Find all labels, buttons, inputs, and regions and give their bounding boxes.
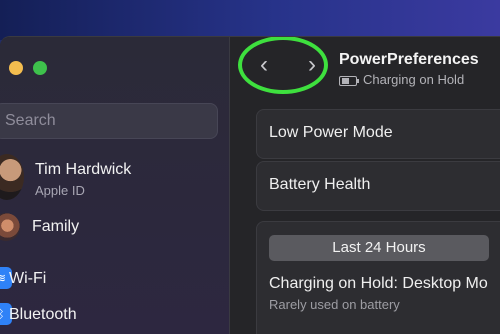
search-placeholder: Search (5, 112, 56, 129)
settings-window: Search Tim Hardwick Apple ID Family ≋ Wi… (0, 36, 500, 334)
family-avatar[interactable] (0, 213, 20, 241)
sidebar-item-family[interactable]: Family (32, 218, 79, 236)
battery-icon (339, 75, 359, 86)
battery-usage-panel: Last 24 Hours Charging on Hold: Desktop … (256, 221, 500, 334)
low-power-mode-label: Low Power Mode (269, 124, 393, 141)
main-pane: ‹ › PowerPreferences Charging on Hold Lo… (230, 37, 500, 334)
desktop-wallpaper (0, 0, 500, 40)
search-input[interactable]: Search (0, 103, 218, 139)
sidebar-item-wifi[interactable]: Wi-Fi (9, 270, 46, 288)
status-text: Charging on Hold (363, 72, 465, 87)
battery-health-row[interactable]: Battery Health (256, 161, 500, 211)
charging-status-subtitle: Rarely used on battery (269, 297, 400, 312)
profile-name[interactable]: Tim Hardwick (35, 161, 131, 179)
status-line: Charging on Hold (339, 72, 464, 87)
sidebar: Search Tim Hardwick Apple ID Family ≋ Wi… (0, 37, 230, 334)
profile-subtitle: Apple ID (35, 183, 85, 198)
forward-button[interactable]: › (302, 51, 322, 79)
last-24-hours-button[interactable]: Last 24 Hours (269, 235, 489, 261)
minimize-button[interactable] (9, 61, 23, 75)
avatar[interactable] (0, 154, 24, 200)
battery-health-label: Battery Health (269, 176, 371, 193)
sidebar-item-bluetooth[interactable]: Bluetooth (9, 306, 77, 324)
charging-status-title: Charging on Hold: Desktop Mo (269, 275, 488, 292)
zoom-button[interactable] (33, 61, 47, 75)
page-title: PowerPreferences (339, 51, 479, 68)
low-power-mode-row[interactable]: Low Power Mode (256, 109, 500, 159)
back-button[interactable]: ‹ (254, 51, 274, 79)
